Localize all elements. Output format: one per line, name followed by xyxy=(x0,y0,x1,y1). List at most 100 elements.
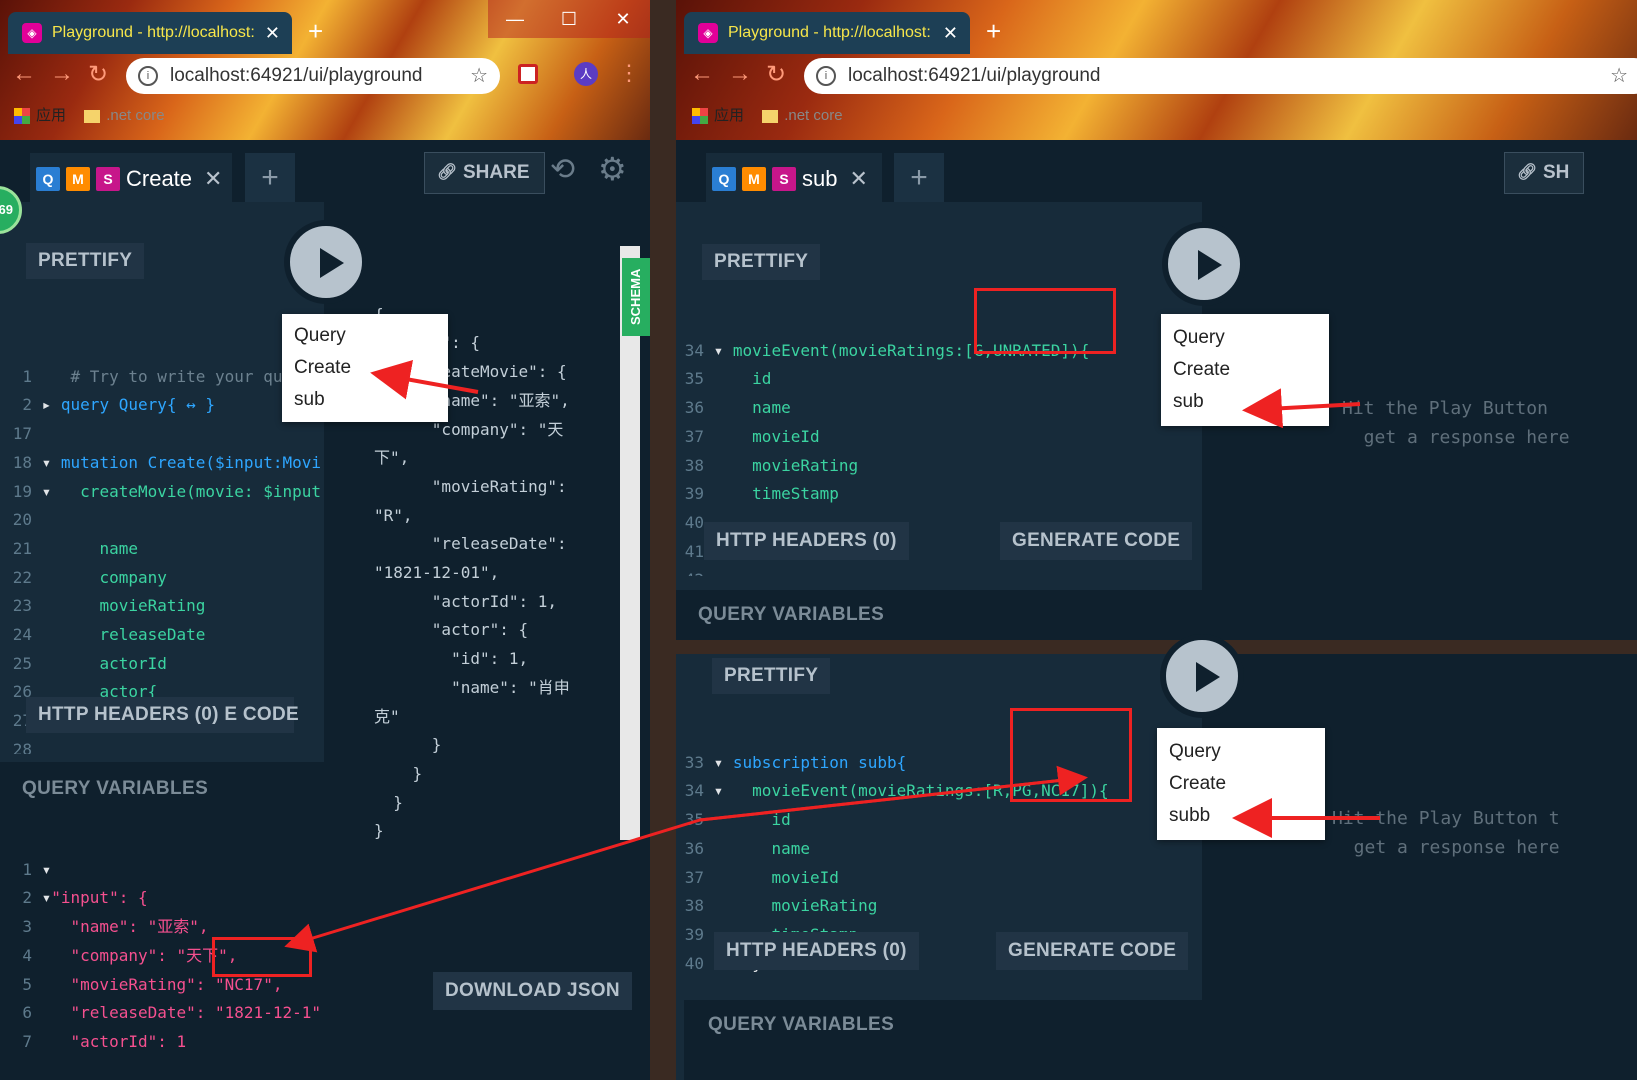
playground-tabbar: Q M S Create ✕ + 🔗︎ SHARE ⟲ ⚙ xyxy=(0,140,650,203)
reload-icon[interactable]: ↻ xyxy=(88,60,108,89)
share-button[interactable]: 🔗︎ SH xyxy=(1504,152,1585,194)
result-line: "id": 1, xyxy=(374,649,529,669)
execute-play-button[interactable] xyxy=(284,220,368,304)
share-button[interactable]: 🔗︎ SHARE xyxy=(424,152,545,194)
operation-menu-item[interactable]: sub xyxy=(1161,386,1329,418)
code-line: 35 id xyxy=(684,810,791,830)
query-editor-code[interactable]: 1 # Try to write your qu 2 ▸ query Query{… xyxy=(4,334,324,754)
operation-menu-item[interactable]: Query xyxy=(282,320,448,352)
bookmark-apps[interactable]: 应用 xyxy=(714,107,744,124)
apps-grid-icon xyxy=(692,108,708,125)
reload-icon[interactable]: ↻ xyxy=(766,60,786,89)
maximize-button[interactable]: ☐ xyxy=(542,0,596,38)
code-line: 2 ▾"input": { xyxy=(22,888,148,908)
annotation-box-r-pg-nc17 xyxy=(1010,708,1132,802)
annotation-box-nc17 xyxy=(212,937,312,977)
operation-menu-item[interactable]: sub xyxy=(282,384,448,416)
code-line: 20 xyxy=(12,510,32,530)
code-line: 19 ▾ createMovie(movie: $input xyxy=(12,481,321,501)
query-variables-title[interactable]: QUERY VARIABLES xyxy=(698,604,884,626)
code-line: 36 name xyxy=(684,398,791,418)
code-line: 34 ▾ movieEvent(movieRatings:[G,UNRATED]… xyxy=(684,340,1090,360)
http-headers-button[interactable]: HTTP HEADERS (0) xyxy=(704,522,909,560)
extension-icon[interactable] xyxy=(518,64,538,84)
forward-icon[interactable]: → xyxy=(728,60,752,88)
query-variables-title[interactable]: QUERY VARIABLES xyxy=(22,778,208,800)
close-window-button[interactable]: ✕ xyxy=(596,0,650,38)
code-line: 1 ▾ xyxy=(22,859,61,879)
subscription-badge: S xyxy=(772,167,796,192)
bookmark-folder[interactable]: .net core xyxy=(784,107,842,124)
code-line: 18 ▾ mutation Create($input:Movi xyxy=(12,452,321,472)
result-line: } xyxy=(374,792,403,812)
mutation-badge: M xyxy=(742,167,766,192)
query-badge: Q xyxy=(36,167,60,192)
settings-gear-icon[interactable]: ⚙ xyxy=(598,150,627,188)
prettify-button[interactable]: PRETTIFY xyxy=(702,244,821,280)
code-line: 35 id xyxy=(684,369,772,389)
prettify-button[interactable]: PRETTIFY xyxy=(712,658,831,694)
operation-menu-item[interactable]: Create xyxy=(1161,354,1329,386)
history-icon[interactable]: ⟲ xyxy=(550,152,575,187)
code-line: 39 timeStamp xyxy=(684,484,839,504)
code-line: 6 "releaseDate": "1821-12-1" xyxy=(22,1003,321,1023)
operation-menu-item[interactable]: Query xyxy=(1157,736,1325,768)
browser-tab[interactable]: ◈ Playground - http://localhost: ✕ xyxy=(684,12,970,54)
address-bar[interactable]: i localhost:64921/ui/playground ☆ xyxy=(126,58,500,94)
operation-menu-item[interactable]: Create xyxy=(282,352,448,384)
play-hint-text: Hit the Play Button t get a response her… xyxy=(1332,808,1560,858)
menu-kebab-icon[interactable]: ⋮ xyxy=(618,60,640,86)
mutation-badge: M xyxy=(66,167,90,192)
operation-menu-item[interactable]: Query xyxy=(1161,322,1329,354)
new-tab-button[interactable]: + xyxy=(986,16,1001,46)
minimize-button[interactable]: — xyxy=(488,0,542,38)
code-line: 21 name xyxy=(12,538,138,558)
generate-code-button[interactable]: GENERATE CODE xyxy=(1000,522,1193,560)
close-tab-icon[interactable]: ✕ xyxy=(849,166,867,191)
back-icon[interactable]: ← xyxy=(690,60,714,88)
back-icon[interactable]: ← xyxy=(12,60,36,88)
browser-chrome: ◈ Playground - http://localhost: ✕ + ← →… xyxy=(676,0,1637,140)
close-tab-icon[interactable]: ✕ xyxy=(265,12,280,54)
bookmarks-bar: 应用 .net core xyxy=(14,104,165,125)
add-tab-button[interactable]: + xyxy=(894,153,944,203)
code-line: 28 xyxy=(12,739,32,754)
operation-menu: Query Create sub xyxy=(282,314,448,422)
playground-tab-sub[interactable]: Q M Ssub ✕ xyxy=(706,153,882,203)
result-line: } xyxy=(374,821,384,841)
result-line: } xyxy=(374,735,442,755)
schema-tab[interactable]: SCHEMA xyxy=(622,258,650,336)
execute-play-button[interactable] xyxy=(1160,634,1244,718)
query-variables-title[interactable]: QUERY VARIABLES xyxy=(708,1014,894,1036)
browser-tab[interactable]: ◈ Playground - http://localhost: ✕ xyxy=(8,12,292,54)
operation-menu-item[interactable]: Create xyxy=(1157,768,1325,800)
bookmark-apps[interactable]: 应用 xyxy=(36,107,66,124)
code-line: 38 movieRating xyxy=(684,455,859,475)
http-headers-button[interactable]: HTTP HEADERS (0) E CODE xyxy=(26,697,299,733)
download-json-button[interactable]: DOWNLOAD JSON xyxy=(433,972,632,1010)
profile-avatar[interactable]: 人 xyxy=(574,62,598,86)
code-line: 2 ▸ query Query{ ↔ } xyxy=(22,395,216,415)
site-info-icon[interactable]: i xyxy=(816,66,836,86)
code-line: 41 xyxy=(676,978,1202,982)
new-tab-button[interactable]: + xyxy=(308,16,323,46)
add-tab-button[interactable]: + xyxy=(245,153,295,203)
site-info-icon[interactable]: i xyxy=(138,66,158,86)
close-tab-icon[interactable]: ✕ xyxy=(943,12,958,54)
close-tab-icon[interactable]: ✕ xyxy=(204,166,222,191)
forward-icon[interactable]: → xyxy=(50,60,74,88)
execute-play-button[interactable] xyxy=(1162,222,1246,306)
prettify-button[interactable]: PRETTIFY xyxy=(26,243,145,279)
result-line: "movieRating": xyxy=(374,476,567,496)
result-line: "1821-12-01", xyxy=(374,563,500,583)
http-headers-button[interactable]: HTTP HEADERS (0) xyxy=(714,932,919,970)
code-line: 1 # Try to write your qu xyxy=(22,366,283,386)
code-line: 17 xyxy=(12,424,32,444)
bookmark-star-icon[interactable]: ☆ xyxy=(470,58,488,94)
bookmark-star-icon[interactable]: ☆ xyxy=(1610,58,1628,94)
bookmark-folder[interactable]: .net core xyxy=(106,107,164,124)
address-bar[interactable]: i localhost:64921/ui/playground ☆ xyxy=(804,58,1637,94)
playground-tab-create[interactable]: Q M S Create ✕ xyxy=(30,153,232,203)
operation-menu-item[interactable]: subb xyxy=(1157,800,1325,832)
generate-code-button[interactable]: GENERATE CODE xyxy=(996,932,1189,970)
